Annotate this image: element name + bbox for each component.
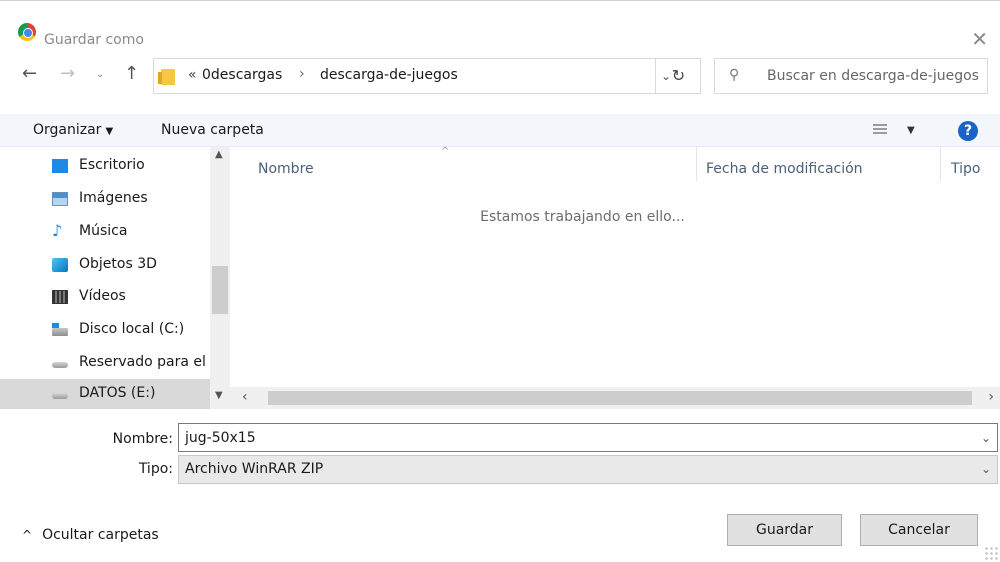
sidebar-item-label: Imágenes xyxy=(79,190,148,206)
scroll-down-icon[interactable]: ▼ xyxy=(215,390,223,401)
refresh-icon: ↻ xyxy=(671,66,686,85)
save-button[interactable]: Guardar xyxy=(727,514,842,546)
back-button[interactable]: ← xyxy=(22,63,37,84)
sidebar-item-label: Disco local (C:) xyxy=(79,321,185,337)
sort-ascending-icon: ^ xyxy=(441,146,450,157)
search-placeholder: Buscar en descarga-de-juegos xyxy=(767,68,979,84)
objects-3d-icon xyxy=(52,258,68,272)
music-icon xyxy=(52,221,68,240)
refresh-button[interactable]: ↻ xyxy=(655,58,701,94)
new-folder-button[interactable]: Nueva carpeta xyxy=(161,122,264,138)
breadcrumb-separator[interactable]: › xyxy=(299,66,305,82)
cancel-button[interactable]: Cancelar xyxy=(860,514,978,546)
column-header-type[interactable]: Tipo xyxy=(941,147,1000,181)
file-type-label: Tipo: xyxy=(138,461,173,477)
file-type-value: Archivo WinRAR ZIP xyxy=(185,461,324,477)
file-name-label: Nombre: xyxy=(112,431,173,447)
scrollbar-thumb[interactable] xyxy=(268,391,972,405)
search-input[interactable]: ⚲ Buscar en descarga-de-juegos xyxy=(714,58,988,94)
sidebar-item-label: DATOS (E:) xyxy=(79,385,156,401)
resize-grip-icon[interactable] xyxy=(984,546,998,560)
breadcrumb-0descargas[interactable]: 0descargas xyxy=(202,67,282,83)
navigation-scrollbar[interactable]: ▲ ▼ xyxy=(210,147,230,409)
sidebar-item-label: Vídeos xyxy=(79,288,126,304)
organize-button[interactable]: Organizar ▼ xyxy=(33,122,113,138)
scrollbar-thumb[interactable] xyxy=(212,266,228,314)
column-header-label: Nombre xyxy=(258,161,314,177)
recent-locations-button[interactable]: ⌄ xyxy=(96,69,104,80)
search-icon: ⚲ xyxy=(729,67,740,83)
forward-button[interactable]: → xyxy=(60,63,75,84)
sidebar-item-datos[interactable]: DATOS (E:) xyxy=(0,379,210,409)
close-button[interactable]: ✕ xyxy=(971,29,988,49)
drive-icon xyxy=(52,362,68,368)
chevron-down-icon[interactable]: ⌄ xyxy=(981,462,991,476)
view-options-icon[interactable] xyxy=(873,124,887,136)
sidebar-item-imagenes[interactable]: Imágenes xyxy=(0,184,210,214)
column-header-date[interactable]: Fecha de modificación xyxy=(697,147,941,181)
file-name-value: jug-50x15 xyxy=(185,430,256,446)
chevron-up-icon: ^ xyxy=(22,528,33,542)
scroll-up-icon[interactable]: ▲ xyxy=(215,149,223,160)
hide-folders-label: Ocultar carpetas xyxy=(42,527,159,543)
sidebar-item-label: Objetos 3D xyxy=(79,256,157,272)
sidebar-item-label: Escritorio xyxy=(79,157,145,173)
sidebar-item-videos[interactable]: Vídeos xyxy=(0,282,210,312)
sidebar-item-reservado[interactable]: Reservado para el xyxy=(0,348,210,378)
sidebar-item-label: Reservado para el xyxy=(79,354,206,370)
scroll-right-icon[interactable]: › xyxy=(988,389,994,405)
column-header-label: Tipo xyxy=(951,161,981,177)
images-icon xyxy=(52,192,68,206)
view-options-caret-icon[interactable]: ▼ xyxy=(907,125,915,136)
chevron-down-icon[interactable]: ⌄ xyxy=(981,431,991,445)
file-type-select[interactable]: Archivo WinRAR ZIP ⌄ xyxy=(178,455,998,484)
loading-message: Estamos trabajando en ello... xyxy=(480,209,685,225)
sidebar-item-disco-local[interactable]: Disco local (C:) xyxy=(0,315,210,345)
navigation-pane: Escritorio Imágenes Música Objetos 3D Ví… xyxy=(0,147,230,409)
up-button[interactable]: ↑ xyxy=(124,63,139,84)
drive-icon xyxy=(52,393,68,399)
overflow-crumbs-button[interactable]: « xyxy=(188,67,197,83)
save-as-dialog: Guardar como ✕ ← → ⌄ ↑ « 0descargas › de… xyxy=(0,0,1000,562)
videos-icon xyxy=(52,290,68,304)
scroll-left-icon[interactable]: ‹ xyxy=(242,389,248,405)
file-list[interactable]: ^ Nombre Fecha de modificación Tipo Esta… xyxy=(230,146,1000,409)
command-bar: Organizar ▼ Nueva carpeta ▼ ? xyxy=(0,114,1000,147)
folder-icon xyxy=(158,69,175,85)
hide-folders-button[interactable]: ^ Ocultar carpetas xyxy=(22,527,159,543)
horizontal-scrollbar[interactable]: ‹ › xyxy=(230,387,1000,409)
desktop-icon xyxy=(52,159,68,173)
caret-down-icon: ▼ xyxy=(105,126,114,137)
title-bar: Guardar como ✕ xyxy=(0,9,1000,49)
breadcrumb-descarga-de-juegos[interactable]: descarga-de-juegos xyxy=(320,67,458,83)
column-header-label: Fecha de modificación xyxy=(706,161,863,177)
sidebar-item-objetos-3d[interactable]: Objetos 3D xyxy=(0,250,210,280)
local-disk-icon xyxy=(52,323,68,336)
sidebar-item-label: Música xyxy=(79,223,128,239)
sidebar-item-escritorio[interactable]: Escritorio xyxy=(0,151,210,181)
column-header-name[interactable]: ^ Nombre xyxy=(230,146,697,181)
address-bar[interactable]: « 0descargas › descarga-de-juegos ⌄ xyxy=(153,58,701,94)
window-title: Guardar como xyxy=(44,32,144,48)
sidebar-item-musica[interactable]: Música xyxy=(0,217,210,247)
help-icon[interactable]: ? xyxy=(958,121,978,141)
chrome-icon xyxy=(18,23,36,41)
organize-label: Organizar xyxy=(33,122,102,138)
file-name-field[interactable]: jug-50x15 ⌄ xyxy=(178,423,998,452)
